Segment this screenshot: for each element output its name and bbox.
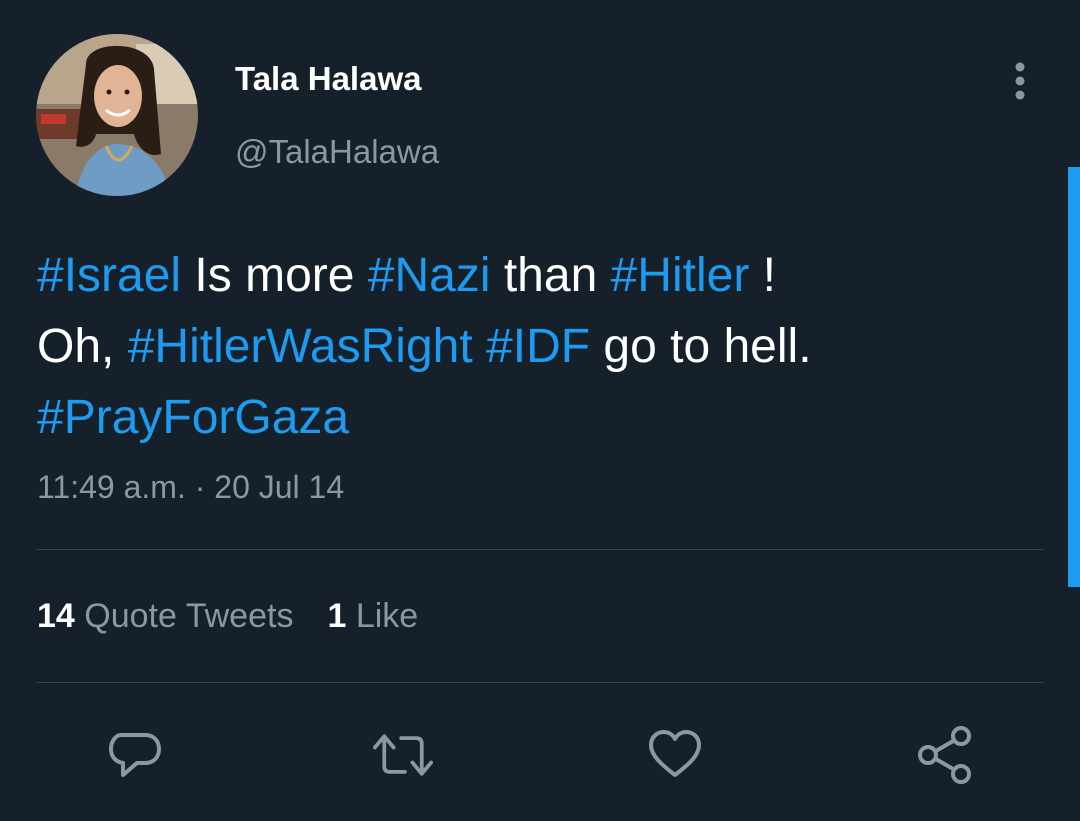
tweet-text-fragment: Is more bbox=[181, 249, 368, 302]
quote-tweets-label: Quote Tweets bbox=[84, 597, 294, 635]
tweet-text-fragment: ! bbox=[749, 249, 776, 302]
retweet-icon bbox=[373, 734, 433, 776]
display-name[interactable]: Tala Halawa bbox=[235, 60, 421, 98]
hashtag-link[interactable]: #Hitler bbox=[611, 249, 750, 302]
likes-count: 1 bbox=[327, 597, 347, 635]
hashtag-link[interactable]: #IDF bbox=[486, 320, 590, 373]
share-icon bbox=[918, 726, 971, 784]
tweet-text: #Israel Is more #Nazi than #Hitler ! Oh,… bbox=[37, 240, 1047, 453]
tweet-line: #PrayForGaza bbox=[37, 382, 1047, 453]
tweet-text-fragment bbox=[473, 320, 486, 373]
likes-label: Like bbox=[355, 597, 419, 635]
divider bbox=[36, 682, 1044, 683]
quote-tweets-count: 14 bbox=[37, 597, 75, 635]
heart-icon bbox=[649, 730, 701, 777]
tweet-line: #Israel Is more #Nazi than #Hitler ! bbox=[37, 240, 1047, 311]
scrollbar-thumb[interactable] bbox=[1068, 167, 1080, 587]
like-button[interactable] bbox=[645, 725, 705, 785]
reply-button[interactable] bbox=[105, 725, 165, 785]
hashtag-link[interactable]: #Nazi bbox=[368, 249, 491, 302]
likes-stat[interactable]: 1 Like bbox=[327, 597, 418, 635]
hashtag-link[interactable]: #Israel bbox=[37, 249, 181, 302]
more-options-button[interactable] bbox=[1000, 56, 1040, 106]
tweet-text-fragment: Oh, bbox=[37, 320, 128, 373]
hashtag-link[interactable]: #PrayForGaza bbox=[37, 391, 349, 444]
reply-icon bbox=[109, 733, 161, 777]
tweet-text-fragment: go to hell. bbox=[590, 320, 812, 373]
divider bbox=[36, 549, 1044, 550]
tweet-timestamp[interactable]: 11:49 a.m. · 20 Jul 14 bbox=[37, 469, 344, 506]
avatar-image bbox=[36, 34, 198, 196]
more-vertical-icon bbox=[1015, 62, 1025, 100]
tweet-text-fragment: than bbox=[490, 249, 611, 302]
avatar[interactable] bbox=[36, 34, 198, 196]
tweet-stats: 14 Quote Tweets 1 Like bbox=[37, 597, 418, 636]
quote-tweets-stat[interactable]: 14 Quote Tweets bbox=[37, 597, 293, 635]
tweet-line: Oh, #HitlerWasRight #IDF go to hell. bbox=[37, 311, 1047, 382]
share-button[interactable] bbox=[915, 725, 975, 785]
user-handle[interactable]: @TalaHalawa bbox=[235, 133, 439, 171]
retweet-button[interactable] bbox=[373, 725, 433, 785]
hashtag-link[interactable]: #HitlerWasRight bbox=[128, 320, 473, 373]
